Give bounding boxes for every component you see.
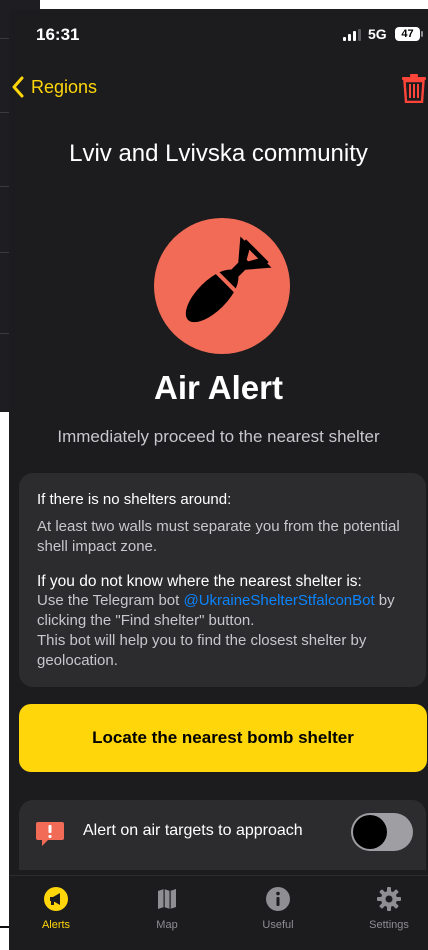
unknown-shelter-heading: If you do not know where the nearest she…	[37, 573, 362, 590]
tab-map[interactable]: Map	[127, 886, 207, 931]
bot-instruction-prefix: Use the Telegram bot	[37, 592, 184, 609]
no-shelters-text: At least two walls must separate you fro…	[37, 518, 400, 555]
tab-settings[interactable]: Settings	[349, 886, 428, 931]
telegram-bot-link[interactable]: @UkraineShelterStfalconBot	[183, 592, 374, 609]
tab-label: Map	[156, 919, 178, 931]
tab-useful[interactable]: Useful	[238, 886, 318, 931]
chevron-left-icon	[12, 76, 24, 98]
navigation-bar: Regions	[9, 69, 428, 105]
exclamation-icon	[36, 822, 64, 846]
air-targets-row: Alert on air targets to approach	[19, 800, 426, 870]
network-label: 5G	[368, 26, 387, 42]
alert-status-circle	[154, 218, 290, 354]
bot-description: This bot will help you to find the close…	[37, 632, 367, 669]
toggle-knob	[353, 815, 387, 849]
trash-icon[interactable]	[401, 73, 427, 103]
app-screen: 16:31 5G 47 Regions Lviv and Lvivska com…	[9, 9, 428, 950]
info-icon	[266, 887, 290, 911]
alert-subtitle: Immediately proceed to the nearest shelt…	[57, 427, 380, 446]
map-icon	[158, 889, 176, 909]
alert-title: Air Alert	[154, 369, 283, 406]
tab-alerts[interactable]: Alerts	[16, 886, 96, 931]
air-targets-label: Alert on air targets to approach	[83, 822, 303, 839]
status-time: 16:31	[36, 25, 80, 44]
back-button[interactable]: Regions	[11, 69, 97, 105]
air-targets-toggle[interactable]	[351, 813, 413, 851]
battery-icon: 47	[395, 27, 423, 41]
gear-icon	[377, 887, 401, 911]
no-shelters-heading: If there is no shelters around:	[37, 491, 232, 508]
tab-label: Useful	[262, 919, 294, 931]
locate-shelter-button[interactable]: Locate the nearest bomb shelter	[19, 704, 427, 772]
tab-label: Alerts	[41, 919, 71, 931]
tab-label: Settings	[369, 919, 409, 931]
signal-icon	[343, 29, 361, 41]
shelter-info-card: If there is no shelters around: At least…	[19, 473, 426, 687]
back-button-label: Regions	[31, 76, 98, 97]
unknown-shelter-text: Use the Telegram bot @UkraineShelterStfa…	[37, 591, 408, 631]
megaphone-icon	[44, 887, 68, 911]
bomb-icon	[185, 236, 272, 323]
tab-bar: Alerts Map Useful Settings	[9, 875, 428, 950]
region-title: Lviv and Lvivska community	[69, 140, 368, 167]
status-bar: 16:31 5G 47	[9, 9, 428, 61]
